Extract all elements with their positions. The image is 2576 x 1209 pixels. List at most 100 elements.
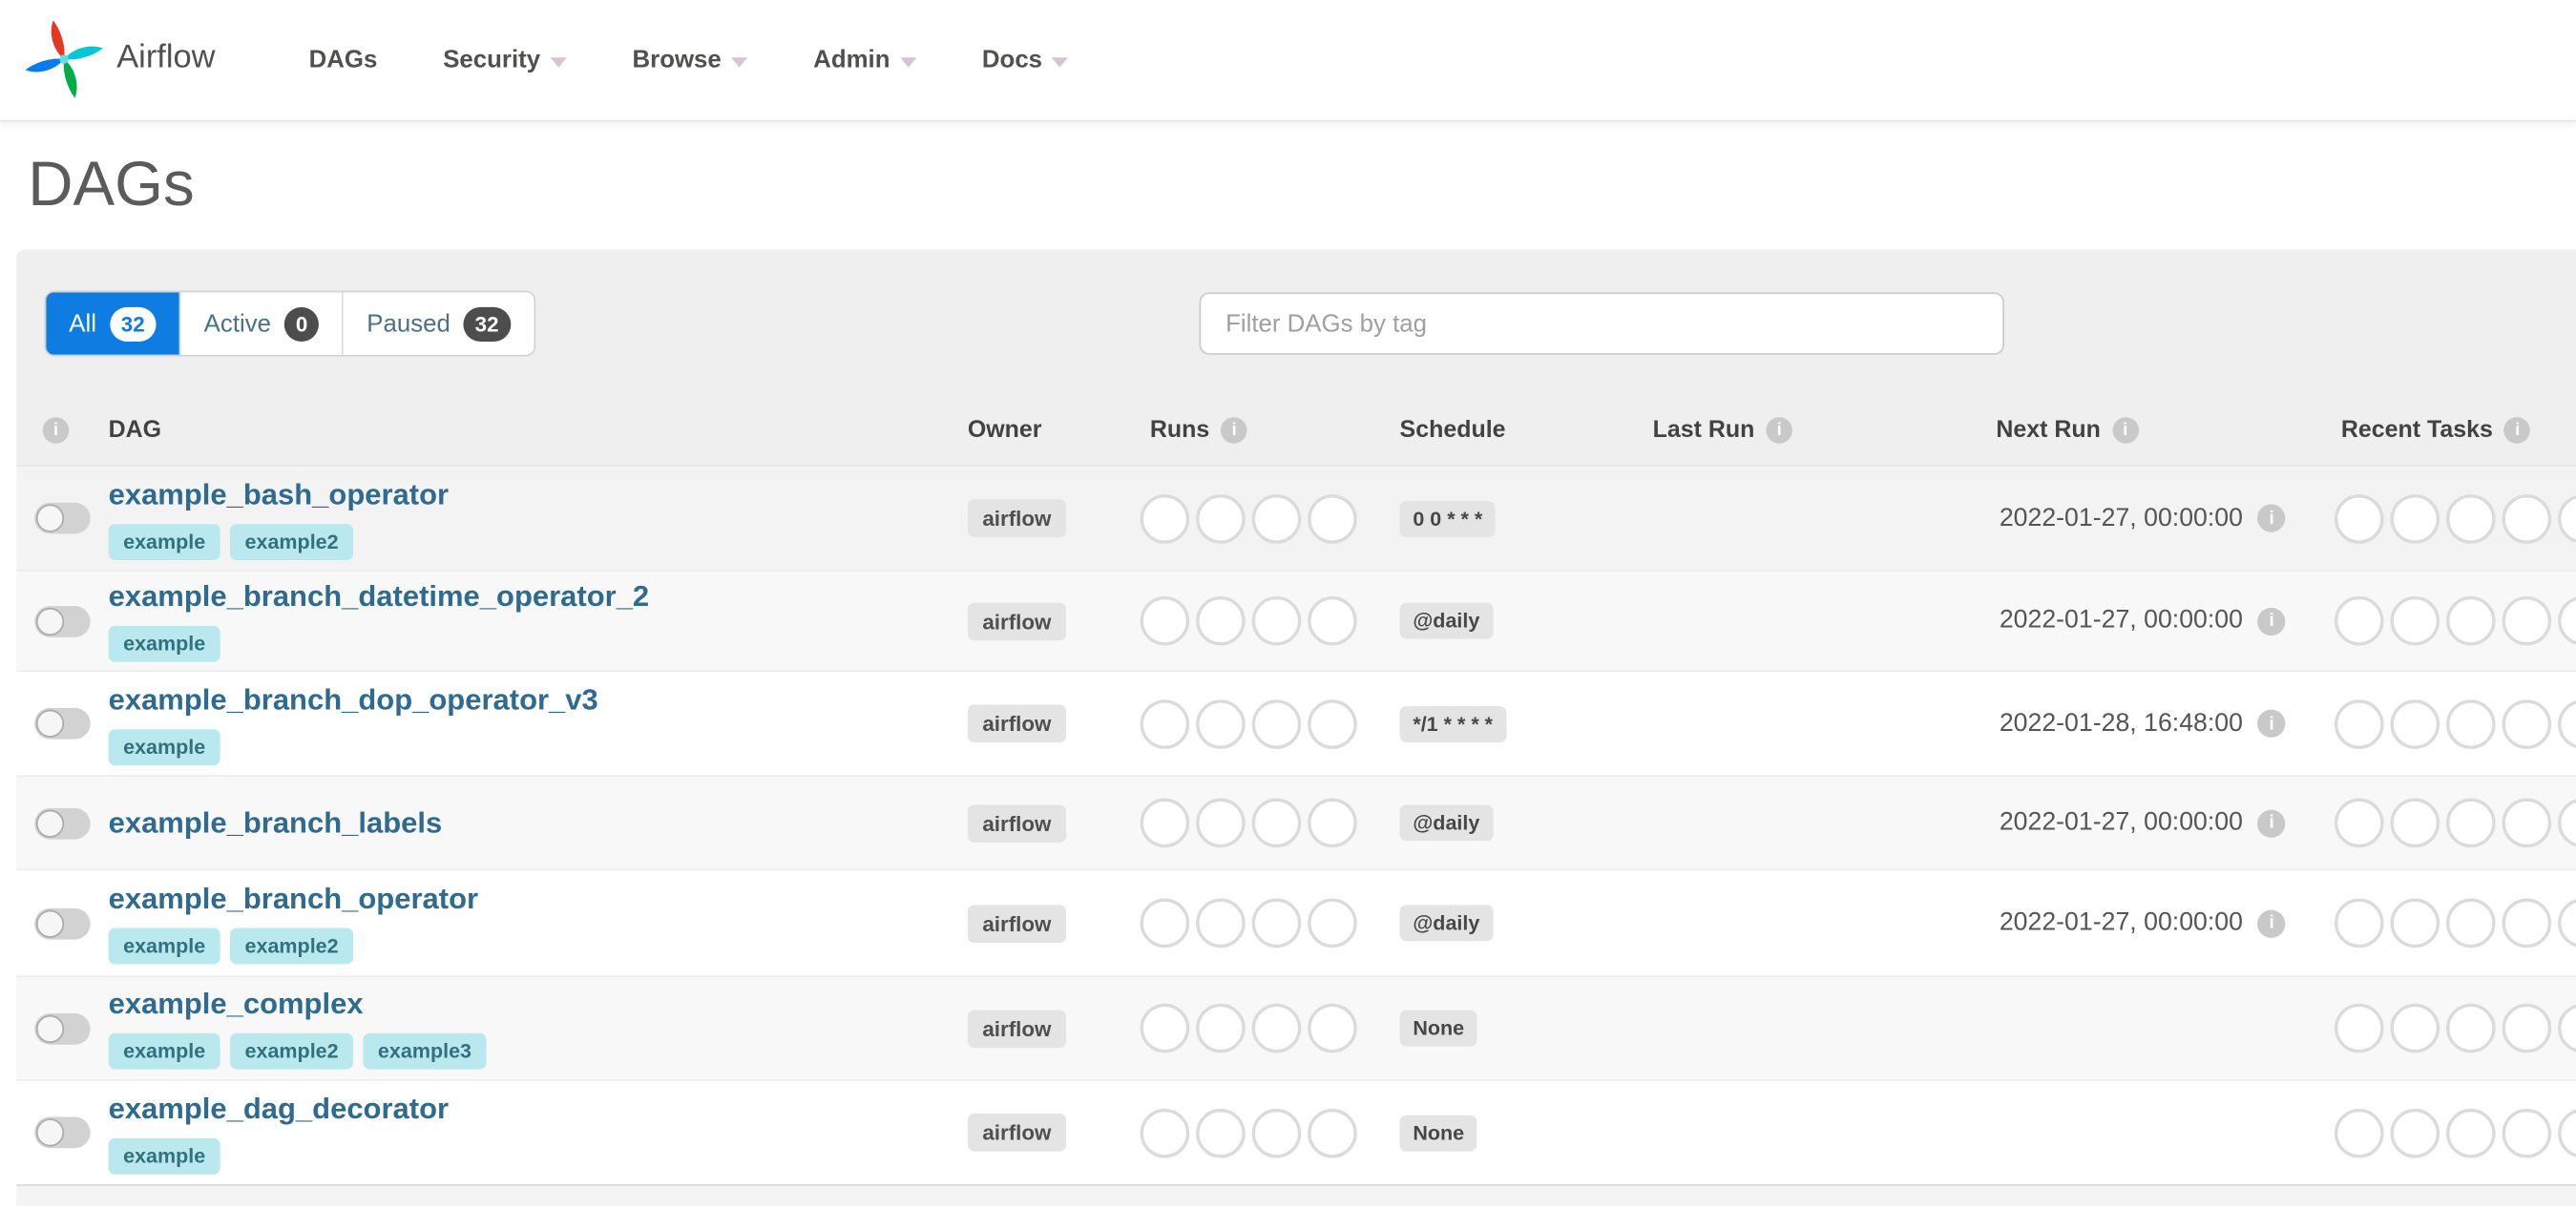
dag-tag[interactable]: example2: [230, 523, 354, 560]
dag-tag[interactable]: example2: [230, 928, 354, 965]
recent-task-circle[interactable]: [2334, 798, 2384, 848]
run-status-circle[interactable]: [1251, 493, 1302, 543]
recent-task-circle[interactable]: [2446, 698, 2496, 749]
recent-task-circle[interactable]: [2558, 595, 2576, 646]
dag-tag[interactable]: example: [108, 1137, 220, 1174]
recent-task-circle[interactable]: [2446, 798, 2496, 848]
tab-paused[interactable]: Paused 32: [344, 292, 534, 355]
dag-pause-toggle[interactable]: [34, 707, 91, 740]
recent-task-circle[interactable]: [2390, 1003, 2440, 1053]
recent-task-circle[interactable]: [2502, 798, 2552, 848]
run-status-circle[interactable]: [1140, 698, 1190, 749]
nav-item-security[interactable]: Security: [410, 46, 599, 73]
dag-tag[interactable]: example: [108, 928, 220, 965]
dag-cell: example_branch_dop_operator_v3example: [108, 672, 598, 775]
run-status-circle[interactable]: [1196, 798, 1246, 848]
dag-pause-toggle[interactable]: [34, 502, 91, 534]
run-status-circle[interactable]: [1140, 898, 1190, 948]
recent-task-circle[interactable]: [2334, 1108, 2384, 1157]
dag-pause-toggle[interactable]: [34, 907, 91, 939]
run-status-circle[interactable]: [1251, 798, 1302, 848]
run-status-circle[interactable]: [1140, 798, 1190, 848]
recent-task-circle[interactable]: [2558, 493, 2576, 543]
dag-pause-toggle[interactable]: [34, 1012, 91, 1044]
recent-task-circle[interactable]: [2446, 1003, 2496, 1053]
run-status-circle[interactable]: [1196, 595, 1246, 646]
recent-task-circle[interactable]: [2446, 898, 2496, 948]
header-runs: Runs i: [1150, 394, 1247, 465]
run-status-circle[interactable]: [1196, 698, 1246, 749]
recent-task-circle[interactable]: [2334, 698, 2384, 749]
brand-link[interactable]: Airflow: [23, 11, 216, 103]
run-status-circle[interactable]: [1196, 898, 1246, 948]
recent-task-circle[interactable]: [2502, 698, 2552, 749]
tag-filter-input[interactable]: [1199, 292, 2004, 355]
run-status-circle[interactable]: [1196, 1108, 1246, 1157]
dag-pause-toggle[interactable]: [34, 807, 91, 839]
run-status-circle[interactable]: [1251, 698, 1302, 749]
recent-task-circle[interactable]: [2502, 595, 2552, 646]
dag-tag[interactable]: example2: [230, 1032, 354, 1070]
dag-link[interactable]: example_bash_operator: [109, 477, 449, 511]
nav-item-dags[interactable]: DAGs: [276, 46, 410, 73]
dag-link[interactable]: example_branch_datetime_operator_2: [109, 580, 650, 615]
run-status-circle[interactable]: [1251, 1108, 1302, 1157]
dag-tag[interactable]: example: [108, 728, 220, 765]
recent-task-circle[interactable]: [2334, 493, 2384, 543]
recent-task-circle[interactable]: [2390, 1108, 2440, 1157]
recent-task-circle[interactable]: [2390, 898, 2440, 948]
recent-task-circle[interactable]: [2390, 798, 2440, 848]
nav-item-browse[interactable]: Browse: [599, 46, 781, 73]
recent-task-circle[interactable]: [2390, 595, 2440, 646]
recent-task-circle[interactable]: [2334, 595, 2384, 646]
run-status-circle[interactable]: [1251, 1003, 1302, 1053]
dag-link[interactable]: example_branch_operator: [109, 882, 478, 916]
run-status-circle[interactable]: [1140, 595, 1190, 646]
recent-task-circle[interactable]: [2502, 1108, 2552, 1157]
recent-task-circle[interactable]: [2558, 798, 2576, 848]
run-status-circle[interactable]: [1140, 1003, 1190, 1053]
recent-task-circle[interactable]: [2334, 1003, 2384, 1053]
dag-link[interactable]: example_branch_labels: [109, 805, 443, 840]
run-status-circle[interactable]: [1140, 1108, 1190, 1157]
dag-link[interactable]: example_dag_decorator: [109, 1092, 449, 1126]
run-status-circle[interactable]: [1251, 595, 1302, 646]
run-status-circle[interactable]: [1308, 1108, 1357, 1157]
run-status-circle[interactable]: [1308, 493, 1357, 543]
recent-task-circle[interactable]: [2502, 493, 2552, 543]
nav-item-admin[interactable]: Admin: [781, 46, 950, 73]
recent-task-circle[interactable]: [2446, 595, 2496, 646]
recent-task-circle[interactable]: [2502, 1003, 2552, 1053]
recent-task-circle[interactable]: [2390, 698, 2440, 749]
dag-link[interactable]: example_branch_dop_operator_v3: [109, 682, 598, 717]
run-status-circle[interactable]: [1308, 898, 1357, 948]
run-status-circle[interactable]: [1308, 698, 1357, 749]
dag-tag[interactable]: example3: [363, 1032, 487, 1070]
dag-tag[interactable]: example: [108, 523, 220, 560]
run-status-circle[interactable]: [1140, 493, 1190, 543]
run-status-circle[interactable]: [1308, 595, 1357, 646]
run-status-circle[interactable]: [1196, 493, 1246, 543]
dag-tag[interactable]: example: [108, 625, 220, 662]
info-icon: i: [1766, 416, 1792, 443]
run-status-circle[interactable]: [1251, 898, 1302, 948]
recent-task-circle[interactable]: [2446, 1108, 2496, 1157]
tab-active[interactable]: Active 0: [180, 292, 345, 355]
recent-task-circle[interactable]: [2502, 898, 2552, 948]
run-status-circle[interactable]: [1308, 798, 1357, 848]
recent-task-circle[interactable]: [2558, 898, 2576, 948]
tab-all[interactable]: All 32: [46, 292, 181, 355]
nav-item-docs[interactable]: Docs: [949, 46, 1101, 73]
dag-link[interactable]: example_complex: [109, 988, 364, 1022]
recent-task-circle[interactable]: [2390, 493, 2440, 543]
dag-pause-toggle[interactable]: [34, 605, 91, 637]
recent-task-circle[interactable]: [2558, 1003, 2576, 1053]
run-status-circle[interactable]: [1196, 1003, 1246, 1053]
recent-task-circle[interactable]: [2558, 698, 2576, 749]
dag-tag[interactable]: example: [108, 1032, 220, 1070]
recent-task-circle[interactable]: [2446, 493, 2496, 543]
recent-task-circle[interactable]: [2334, 898, 2384, 948]
recent-task-circle[interactable]: [2558, 1108, 2576, 1157]
dag-pause-toggle[interactable]: [34, 1116, 91, 1149]
run-status-circle[interactable]: [1308, 1003, 1357, 1053]
